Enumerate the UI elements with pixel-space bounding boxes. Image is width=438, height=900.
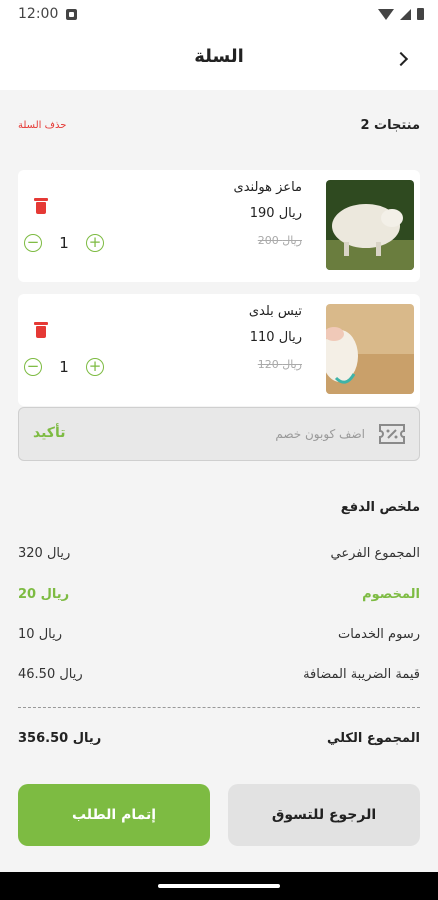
app-header: السلة [0,28,438,90]
total-value: 356.50 ريال [18,731,102,746]
battery-icon [417,8,424,20]
page-title: السلة [194,46,244,67]
discount-row: 20 ريال المخصوم [18,587,420,602]
row-label: رسوم الخدمات [337,627,420,642]
cart-item: ماعز هولندى 190 ريال 200 ريال − 1 + [18,170,420,282]
row-value: 320 ريال [18,546,71,561]
product-name: ماعز هولندى [233,180,302,195]
divider [18,707,420,708]
subtotal-row: 320 ريال المجموع الفرعي [18,546,420,561]
payment-summary-title: ملخص الدفع [340,500,420,515]
total-label: المجموع الكلي [326,731,420,746]
coupon-input-field[interactable]: تأكيد اضف كوبون خصم [18,407,420,461]
chevron-right-icon [393,51,409,67]
clear-cart-button[interactable]: حذف السلة [18,120,66,131]
coupon-icon [379,424,405,444]
increase-quantity-button[interactable]: + [85,358,104,376]
notification-icon [66,8,78,20]
trash-icon[interactable] [34,322,48,338]
row-label: المخصوم [362,587,420,602]
navigation-bar [0,872,438,900]
back-to-shopping-button[interactable]: الرجوع للتسوق [228,784,420,846]
row-value: 46.50 ريال [18,667,83,682]
coupon-placeholder: اضف كوبون خصم [275,427,365,441]
quantity-stepper: − 1 + [24,232,104,254]
product-old-price: 200 ريال [257,234,302,247]
decrease-quantity-button[interactable]: − [24,234,42,252]
product-price: 190 ريال [249,206,302,221]
increase-quantity-button[interactable]: + [85,234,104,252]
row-label: قيمة الضريبة المضافة [303,667,420,682]
decrease-quantity-button[interactable]: − [24,358,42,376]
total-row: 356.50 ريال المجموع الكلي [18,731,420,746]
product-image [326,304,414,394]
service-fee-row: 10 ريال رسوم الخدمات [18,627,420,642]
wifi-icon [378,8,394,20]
product-image [326,180,414,270]
row-value: 20 ريال [18,587,70,602]
cart-item: تيس بلدى 110 ريال 120 ريال − 1 + [18,294,420,406]
row-label: المجموع الفرعي [330,546,420,561]
cart-summary-row: حذف السلة 2 منتجات [18,118,420,133]
status-bar: 12:00 [0,0,438,28]
product-old-price: 120 ريال [257,358,302,371]
vat-row: 46.50 ريال قيمة الضريبة المضافة [18,667,420,682]
trash-icon[interactable] [34,198,48,214]
product-price: 110 ريال [249,330,302,345]
home-gesture-handle[interactable] [158,884,280,888]
status-time: 12:00 [18,6,59,22]
back-button[interactable] [388,44,418,74]
quantity-value: 1 [59,358,69,376]
signal-icon [400,8,411,20]
coupon-confirm-button[interactable]: تأكيد [33,425,65,441]
checkout-button[interactable]: إتمام الطلب [18,784,210,846]
product-name: تيس بلدى [248,304,302,319]
row-value: 10 ريال [18,627,62,642]
quantity-value: 1 [59,234,69,252]
quantity-stepper: − 1 + [24,356,104,378]
item-count: 2 منتجات [360,118,420,133]
